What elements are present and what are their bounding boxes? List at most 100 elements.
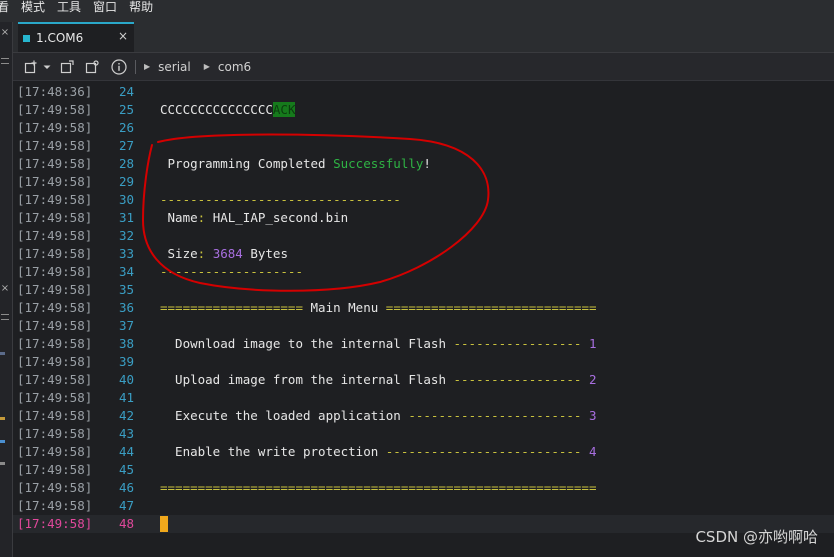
line-number: 42 — [118, 408, 134, 423]
panel-fragment — [0, 440, 5, 443]
terminal-line: [17:49:58] 26 — [13, 119, 834, 137]
line-number: 31 — [118, 210, 134, 225]
timestamp: [17:49:58] — [17, 210, 93, 225]
menu-view[interactable]: 看 — [0, 0, 15, 22]
timestamp: [17:49:58] — [17, 246, 93, 261]
line-content: =================== Main Menu ==========… — [160, 299, 597, 317]
menu-help[interactable]: 帮助 — [123, 0, 159, 22]
menu-item-text: Download image to the internal Flash — [160, 336, 454, 351]
divider-line: ----------------- — [453, 336, 582, 351]
line-number: 43 — [118, 426, 134, 441]
session-icon — [23, 34, 30, 42]
menu-item-number: 1 — [581, 336, 597, 351]
line-content: ========================================… — [160, 479, 597, 497]
menu-item-number: 2 — [581, 372, 597, 387]
duplicate-tab-icon[interactable] — [85, 59, 99, 74]
line-text: Programming Completed — [160, 156, 334, 171]
terminal-line: [17:49:58] 33 Size: 3684 Bytes — [13, 245, 834, 263]
tab-label: 1.COM6 — [36, 31, 84, 45]
terminal-line: [17:49:58] 37 — [13, 317, 834, 335]
timestamp: [17:49:58] — [17, 336, 93, 351]
field-value: HAL_IAP_second.bin — [205, 210, 349, 225]
close-icon[interactable]: × — [0, 27, 10, 38]
terminal-line: [17:49:58] 34 ------------------- — [13, 263, 834, 281]
line-content: -------------------------------- — [160, 191, 401, 209]
text-cursor — [160, 515, 168, 532]
close-icon[interactable]: × — [0, 283, 10, 294]
line-number: 29 — [118, 174, 134, 189]
timestamp: [17:49:58] — [17, 138, 93, 153]
tab-com6[interactable]: 1.COM6 × — [18, 22, 134, 52]
line-number: 32 — [118, 228, 134, 243]
size-number: 3684 — [205, 246, 243, 261]
line-content: CCCCCCCCCCCCCCCACK — [160, 101, 296, 119]
terminal-line: [17:49:58] 41 — [13, 389, 834, 407]
chevron-right-icon: ▶ — [203, 62, 210, 71]
terminal-line: [17:49:58] 38 Download image to the inter… — [13, 335, 834, 353]
divider-line: ----------------------- — [408, 408, 582, 423]
menu-title: Main Menu — [303, 300, 386, 315]
timestamp: [17:49:58] — [17, 318, 93, 333]
line-number: 40 — [118, 372, 134, 387]
menu-item-number: 4 — [581, 444, 597, 459]
divider-line: =================== — [160, 300, 303, 315]
terminal-line: [17:49:58] 44 Enable the write protection… — [13, 443, 834, 461]
line-number: 33 — [118, 246, 134, 261]
terminal-line: [17:49:58] 35 — [13, 281, 834, 299]
tab-bar: 1.COM6 × — [13, 22, 834, 53]
panel-fragment — [0, 352, 5, 355]
divider-line: ----------------- — [453, 372, 582, 387]
line-number: 27 — [118, 138, 134, 153]
menu-mode[interactable]: 模式 — [15, 0, 51, 22]
line-number: 30 — [118, 192, 134, 207]
line-number: 36 — [118, 300, 134, 315]
line-content — [160, 515, 168, 533]
timestamp: [17:49:58] — [17, 408, 93, 423]
timestamp: [17:49:58] — [17, 228, 93, 243]
breadcrumb-serial[interactable]: serial — [158, 60, 191, 74]
terminal-line: [17:48:36] 24 — [13, 83, 834, 101]
line-content: Download image to the internal Flash ---… — [160, 335, 597, 353]
chevron-down-icon[interactable] — [43, 63, 51, 71]
terminal-line: [17:49:58] 39 — [13, 353, 834, 371]
info-icon[interactable] — [111, 58, 127, 75]
menu-bar: 看 模式 工具 窗口 帮助 — [0, 0, 834, 22]
divider-line: ------------------- — [160, 264, 303, 279]
timestamp: [17:49:58] — [17, 444, 93, 459]
line-number: 39 — [118, 354, 134, 369]
terminal-line: [17:49:58] 43 — [13, 425, 834, 443]
line-content: Enable the write protection ------------… — [160, 443, 597, 461]
menu-tools[interactable]: 工具 — [51, 0, 87, 22]
timestamp: [17:49:58] — [17, 120, 93, 135]
new-tab-icon[interactable] — [24, 60, 38, 74]
line-content: Name: HAL_IAP_second.bin — [160, 209, 349, 227]
split-window-icon[interactable] — [60, 59, 74, 74]
line-number: 35 — [118, 282, 134, 297]
field-label: Name — [160, 210, 198, 225]
line-number: 46 — [118, 480, 134, 495]
panel-fragment — [0, 462, 5, 465]
line-number: 47 — [118, 498, 134, 513]
line-number: 34 — [118, 264, 134, 279]
terminal-output[interactable]: [17:48:36] 24 [17:49:58] 25 CCCCCCCCCCCCCCCA… — [13, 81, 834, 557]
timestamp: [17:49:58] — [17, 264, 93, 279]
line-number: 25 — [118, 102, 134, 117]
success-word: Successfully — [333, 156, 424, 171]
terminal-line: [17:49:58] 32 — [13, 227, 834, 245]
line-number: 28 — [118, 156, 134, 171]
field-label: Size — [160, 246, 198, 261]
terminal-line: [17:49:58] 27 — [13, 137, 834, 155]
terminal-line: [17:49:58] 46 ============================… — [13, 479, 834, 497]
close-icon[interactable]: × — [118, 29, 128, 43]
timestamp: [17:49:58] — [17, 498, 93, 513]
menu-window[interactable]: 窗口 — [87, 0, 123, 22]
breadcrumb-com6[interactable]: com6 — [218, 60, 251, 74]
timestamp: [17:49:58] — [17, 102, 93, 117]
terminal-line: [17:49:58] 31 Name: HAL_IAP_second.bin — [13, 209, 834, 227]
terminal-line: [17:49:58] 25 CCCCCCCCCCCCCCCACK — [13, 101, 834, 119]
menu-item-text: Upload image from the internal Flash — [160, 372, 454, 387]
timestamp: [17:49:58] — [17, 300, 93, 315]
line-content: ------------------- — [160, 263, 303, 281]
timestamp: [17:49:58] — [17, 282, 93, 297]
line-content: Upload image from the internal Flash ---… — [160, 371, 597, 389]
